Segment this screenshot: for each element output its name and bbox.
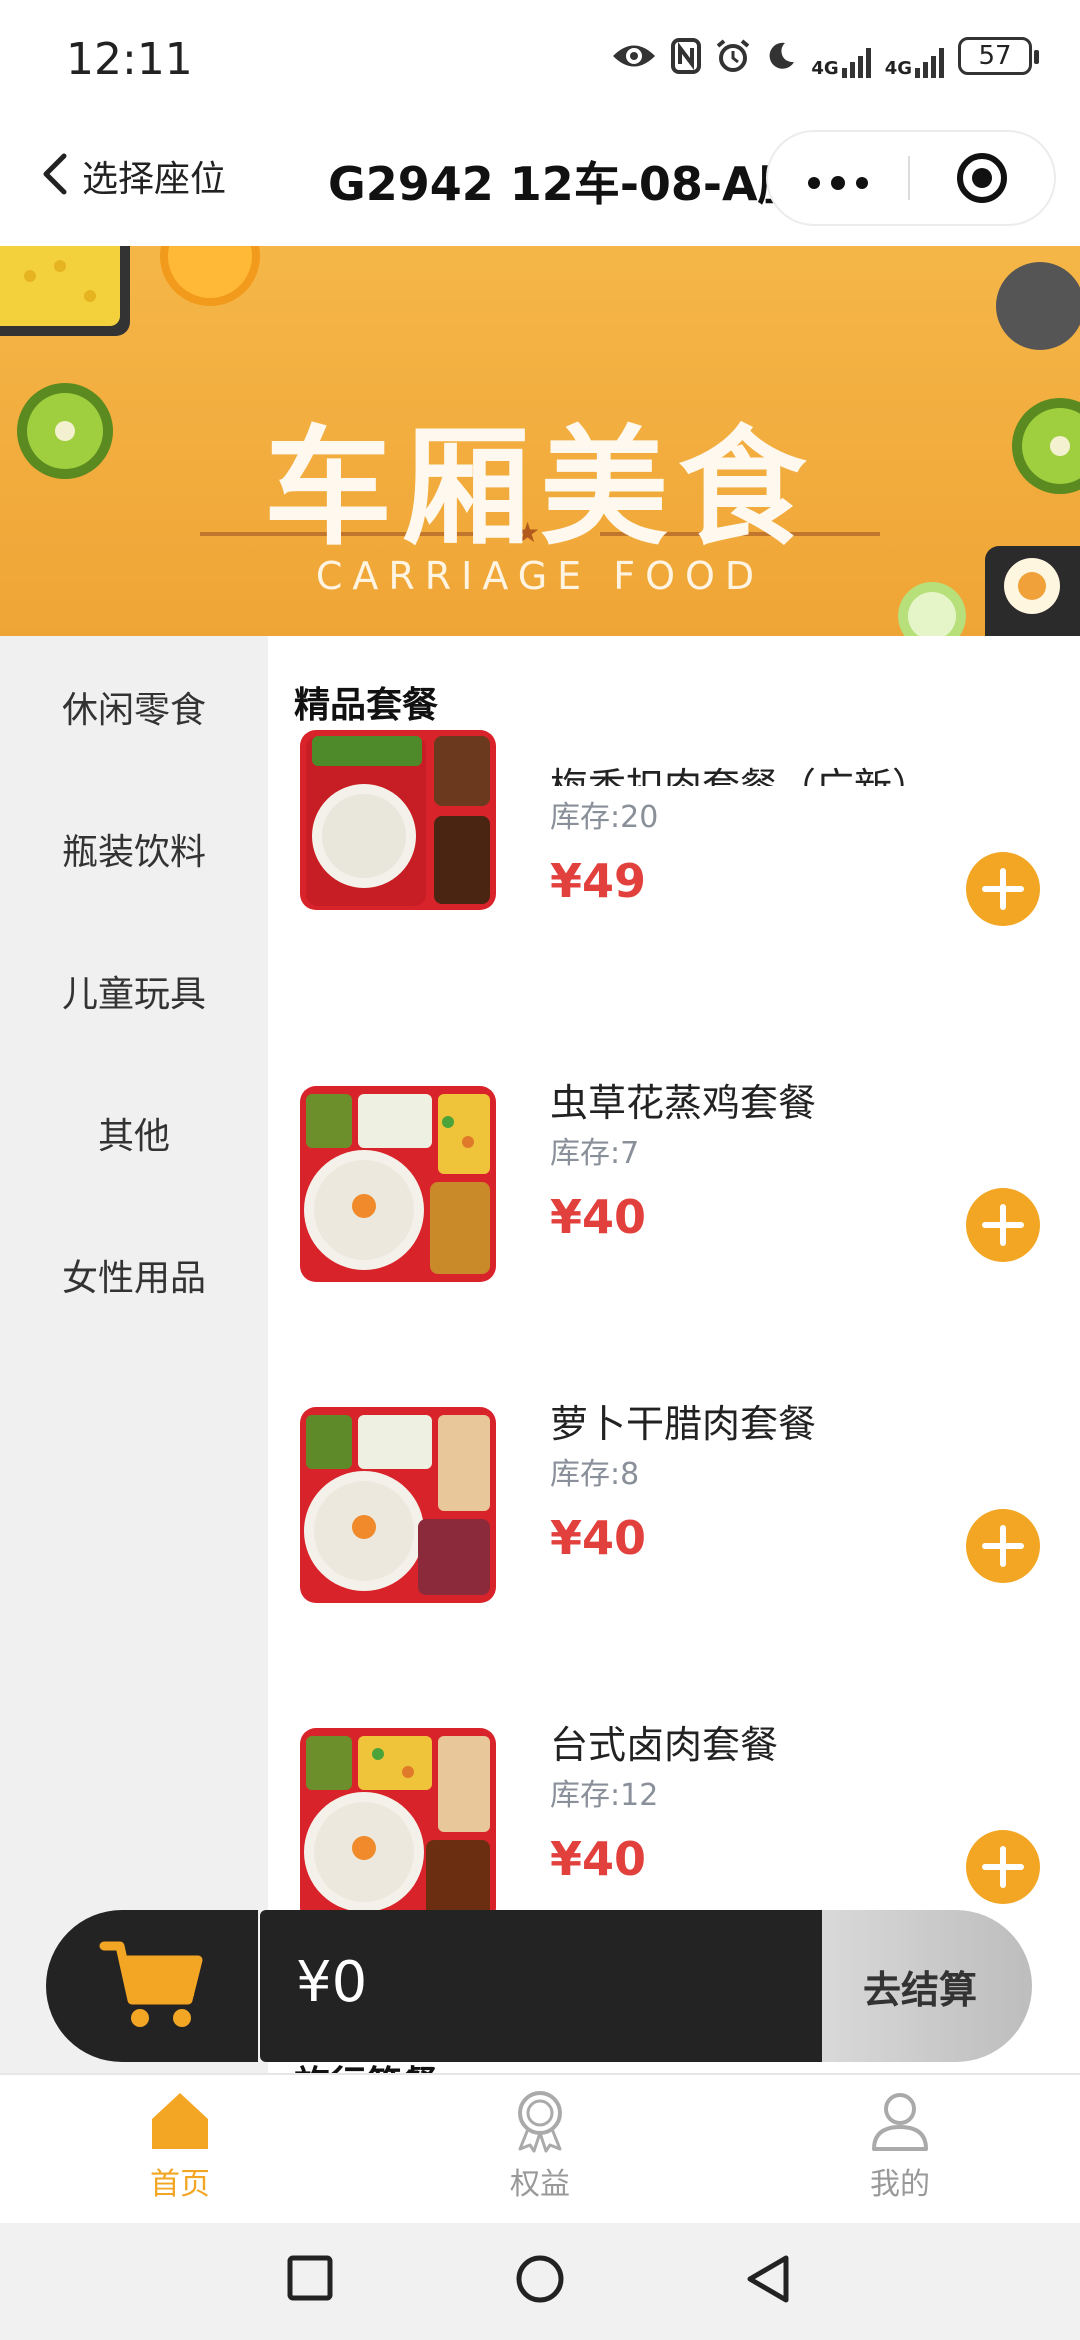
category-item-toys[interactable]: 儿童玩具 [0,920,268,1062]
tab-bar: 首页 权益 我的 [0,2073,1080,2223]
product-price: ¥40 [550,1190,647,1244]
alarm-icon [715,34,751,78]
category-item-other[interactable]: 其他 [0,1062,268,1204]
tab-label: 我的 [870,2167,930,2202]
status-time: 12:11 [66,34,193,85]
add-to-cart-button[interactable] [966,1509,1040,1583]
back-triangle-icon[interactable] [744,2253,792,2305]
product-item[interactable]: 萝卜干腊肉套餐 库存:8 ¥40 [268,1393,1080,1643]
product-price: ¥40 [550,1511,647,1565]
cart-total: ¥0 [296,1950,368,2015]
product-stock: 库存:12 [550,1778,659,1813]
product-name: 台式卤肉套餐 [550,1723,779,1767]
add-to-cart-button[interactable] [966,1830,1040,1904]
network-label-1: 4G [811,58,839,79]
product-stock: 库存:8 [550,1457,640,1492]
category-label: 儿童玩具 [61,974,206,1015]
signal-2-icon: 4G [885,34,944,78]
cart-bar: ¥0 去结算 [46,1910,1032,2062]
back-label: 选择座位 [82,159,227,200]
product-list: 精品套餐 梅香扣肉套餐（广新） 库存:20 ¥49 虫草花蒸鸡套餐 库存:7 [268,636,1080,2073]
product-name: 梅香扣肉套餐（广新） [550,756,930,786]
category-item-snacks[interactable]: 休闲零食 [0,636,268,778]
network-label-2: 4G [884,58,912,79]
category-label: 瓶装饮料 [61,832,206,873]
banner-subtitle: CARRIAGE FOOD [315,554,765,598]
eye-icon [611,34,657,78]
recent-apps-icon[interactable] [286,2253,334,2303]
chevron-left-icon [40,152,68,200]
product-stock: 库存:20 [550,800,659,835]
category-label: 女性用品 [61,1258,206,1299]
status-icons: 4G 4G 57 [611,34,1039,79]
user-icon [872,2093,928,2151]
category-item-drinks[interactable]: 瓶装饮料 [0,778,268,920]
product-item[interactable]: 梅香扣肉套餐（广新） 库存:20 ¥49 [268,730,1080,1012]
home-icon [152,2093,208,2149]
add-to-cart-button[interactable] [966,1188,1040,1262]
ellipsis-icon[interactable] [768,155,908,201]
banner-title: 车厢美食 [263,413,816,563]
medal-icon [518,2091,562,2153]
battery-level: 57 [978,41,1012,71]
status-bar: 12:11 4G 4G 57 [0,0,1080,120]
product-item[interactable]: 虫草花蒸鸡套餐 库存:7 ¥40 [268,1072,1080,1322]
cart-button[interactable] [46,1910,258,2062]
checkout-button[interactable]: 去结算 [822,1910,1032,2062]
category-sidebar: 休闲零食 瓶装饮料 儿童玩具 其他 女性用品 [0,636,268,2073]
nav-header: 选择座位 G2942 12车-08-A座 [0,120,1080,246]
battery-icon: 57 [958,37,1039,75]
meal-box-image [300,730,496,910]
tab-home[interactable]: 首页 [0,2075,360,2223]
banner: ★ 车厢美食 CARRIAGE FOOD [0,246,1080,636]
category-label: 其他 [97,1116,170,1157]
cart-icon [99,1941,203,2027]
signal-1-icon: 4G [811,34,871,79]
tab-benefits[interactable]: 权益 [360,2075,720,2223]
category-label: 休闲零食 [61,690,206,731]
checkout-label: 去结算 [862,1967,977,2012]
product-price: ¥49 [550,854,647,908]
tab-label: 权益 [510,2167,570,2202]
product-name: 萝卜干腊肉套餐 [550,1402,817,1446]
product-name: 虫草花蒸鸡套餐 [550,1081,817,1125]
nfc-icon [671,34,702,78]
home-circle-icon[interactable] [514,2253,566,2305]
meal-box-image [300,1728,496,1924]
mini-program-capsule [766,130,1056,226]
back-button[interactable]: 选择座位 [40,150,226,202]
tab-mine[interactable]: 我的 [720,2075,1080,2223]
meal-box-image [300,1407,496,1603]
target-icon[interactable] [910,150,1054,206]
page-title: G2942 12车-08-A座 [328,157,780,211]
product-price: ¥40 [550,1832,647,1886]
system-nav-bar [0,2223,1080,2340]
moon-icon [765,34,797,78]
add-to-cart-button[interactable] [966,852,1040,926]
tab-label: 首页 [150,2167,210,2202]
meal-box-image [300,1086,496,1282]
section-title: 精品套餐 [294,685,439,726]
product-stock: 库存:7 [550,1136,640,1171]
category-item-women[interactable]: 女性用品 [0,1204,268,1346]
